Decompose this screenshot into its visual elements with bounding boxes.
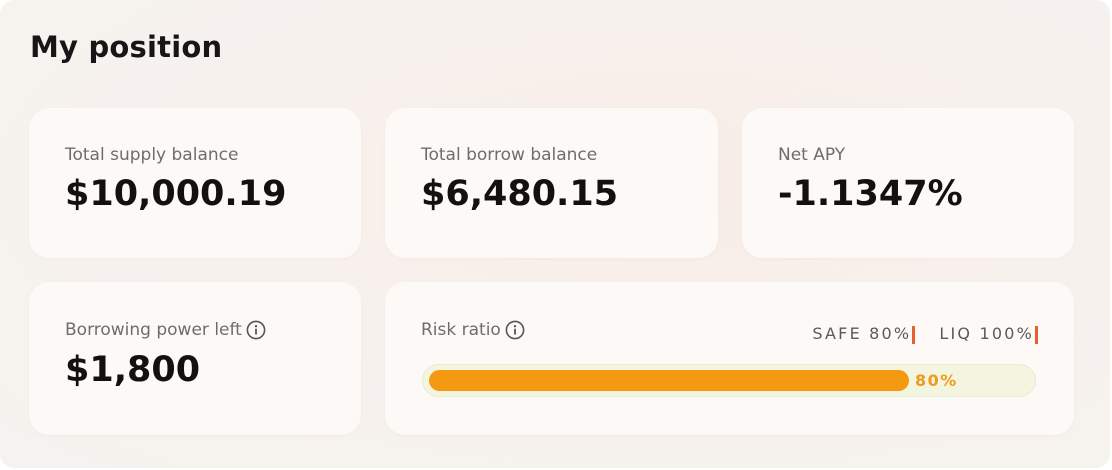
safe-threshold-marker bbox=[912, 325, 916, 344]
risk-thresholds: SAFE 80% LIQ 100% bbox=[812, 324, 1038, 344]
total-borrow-value: $6,480.15 bbox=[421, 174, 619, 214]
net-apy-card: Net APY -1.1347% bbox=[742, 108, 1074, 258]
risk-ratio-card: Risk ratio SAFE 80% LIQ 100% 80% bbox=[385, 282, 1074, 435]
liq-threshold-label: LIQ 100% bbox=[939, 324, 1034, 343]
borrowing-power-label-row: Borrowing power left bbox=[65, 320, 266, 340]
risk-ratio-label-row: Risk ratio bbox=[421, 320, 525, 340]
risk-progress-fill bbox=[429, 370, 909, 391]
total-supply-label: Total supply balance bbox=[65, 145, 239, 165]
total-supply-card: Total supply balance $10,000.19 bbox=[29, 108, 361, 258]
info-icon[interactable] bbox=[505, 320, 525, 340]
safe-threshold-label: SAFE 80% bbox=[812, 324, 912, 343]
total-borrow-card: Total borrow balance $6,480.15 bbox=[385, 108, 718, 258]
page-title: My position bbox=[30, 30, 223, 64]
net-apy-label: Net APY bbox=[778, 145, 846, 165]
risk-progress-label: 80% bbox=[915, 371, 958, 390]
my-position-panel: My position Total supply balance $10,000… bbox=[0, 0, 1110, 468]
risk-ratio-label: Risk ratio bbox=[421, 320, 501, 340]
borrowing-power-value: $1,800 bbox=[65, 350, 201, 390]
borrowing-power-card: Borrowing power left $1,800 bbox=[29, 282, 361, 435]
liq-threshold-marker bbox=[1035, 325, 1038, 344]
risk-progress-track: 80% bbox=[422, 364, 1036, 397]
net-apy-value: -1.1347% bbox=[778, 174, 963, 214]
total-borrow-label: Total borrow balance bbox=[421, 145, 598, 165]
borrowing-power-label: Borrowing power left bbox=[65, 320, 242, 340]
total-supply-value: $10,000.19 bbox=[65, 174, 287, 214]
info-icon[interactable] bbox=[246, 320, 266, 340]
